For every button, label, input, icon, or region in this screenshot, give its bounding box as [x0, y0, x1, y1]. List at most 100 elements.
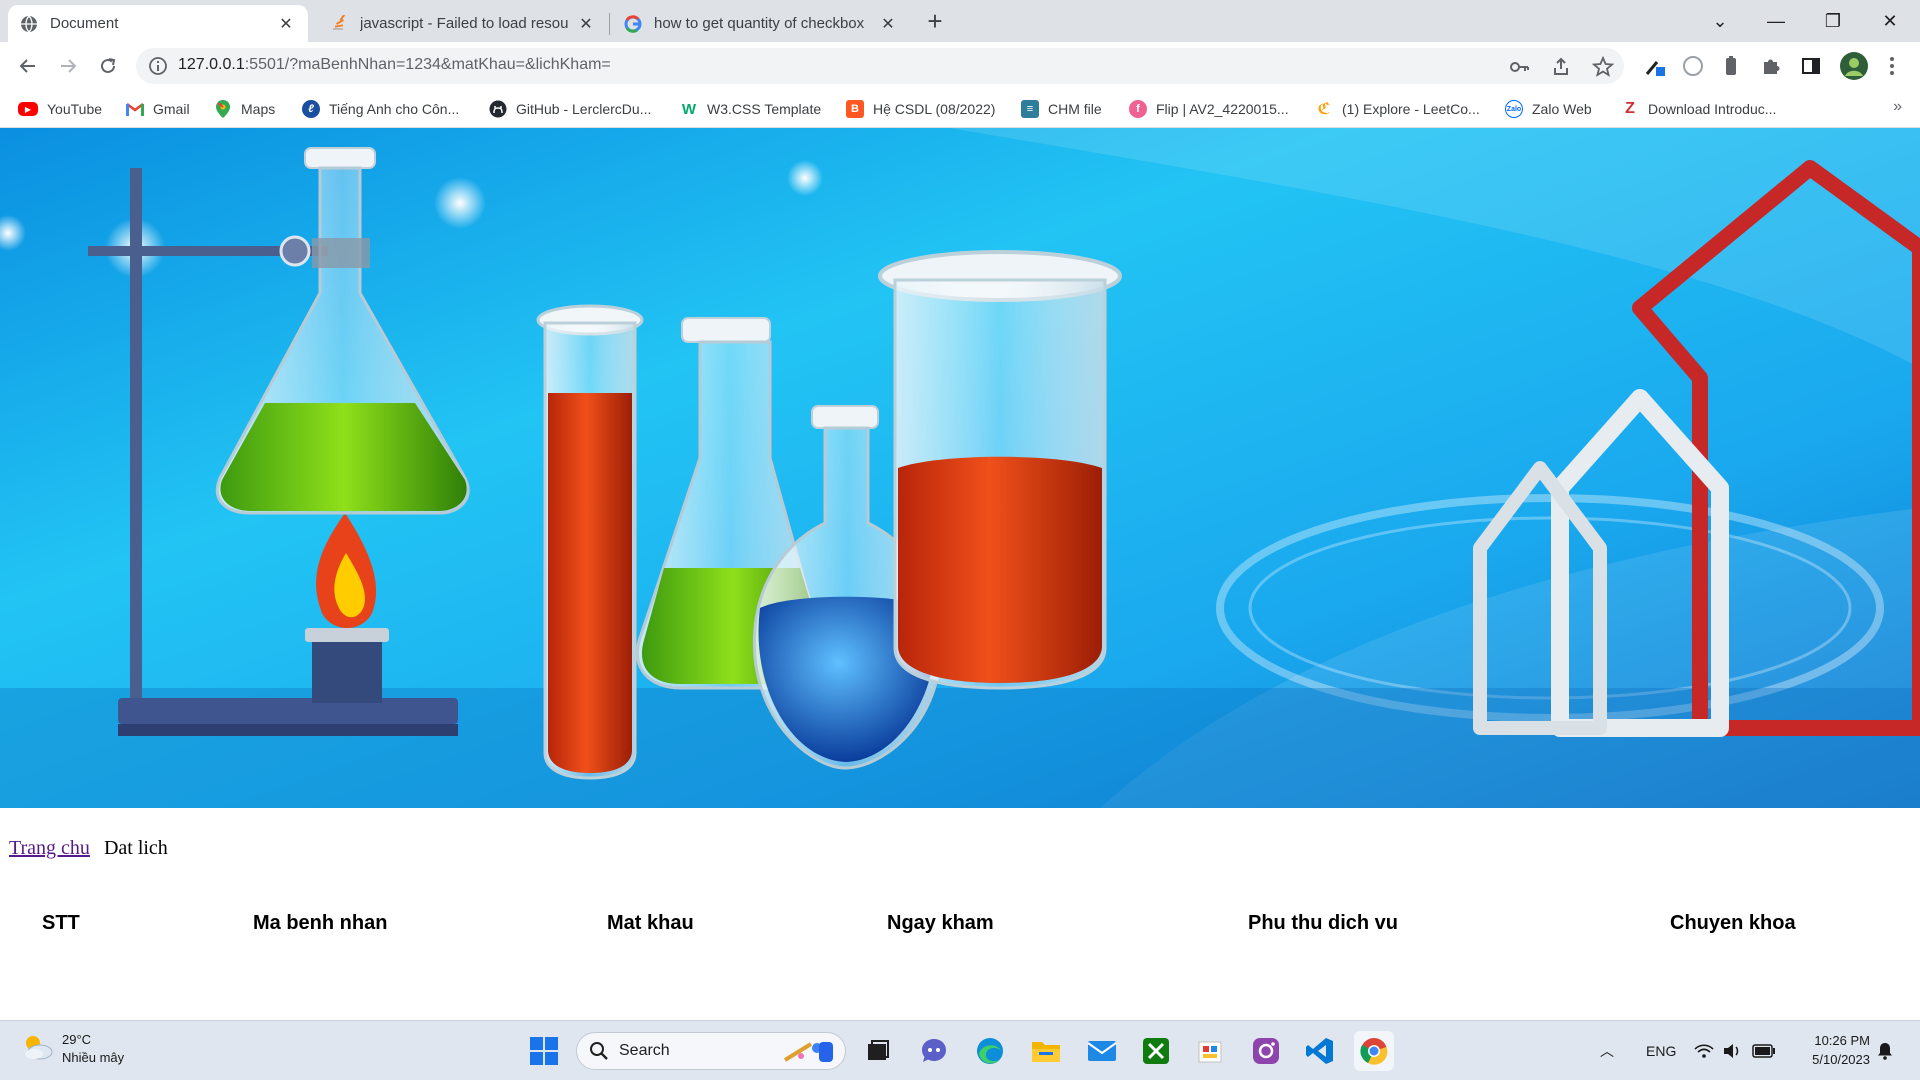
file-explorer-icon	[868, 1040, 889, 1060]
tab-document[interactable]: Document ✕	[8, 5, 308, 42]
battery-icon[interactable]	[1752, 1021, 1776, 1080]
start-button[interactable]	[524, 1031, 564, 1071]
close-icon[interactable]: ✕	[878, 14, 898, 34]
zalo-icon: Zalo	[1505, 100, 1523, 118]
tab-divider	[609, 13, 610, 35]
bookmark-download-introduc[interactable]: Z Download Introduc...	[1621, 98, 1776, 120]
bookmark-label: Download Introduc...	[1648, 101, 1777, 117]
windows-taskbar: 29°C Nhiều mây Search ︿ ENG 10:26 PM 5/1…	[0, 1020, 1920, 1080]
site-info-icon[interactable]	[148, 56, 168, 76]
search-label: Search	[619, 1042, 670, 1059]
browser-toolbar: 127.0.0.1:5501/?maBenhNhan=1234&matKhau=…	[0, 42, 1920, 90]
home-link[interactable]: Trang chu	[9, 837, 90, 859]
bookmark-label: Gmail	[153, 101, 190, 117]
bookmark-github[interactable]: GitHub - LerclercDu...	[489, 98, 651, 120]
bookmark-label: Hệ CSDL (08/2022)	[873, 101, 996, 117]
battery-extension-icon[interactable]	[1719, 54, 1743, 78]
vscode-button[interactable]	[1300, 1031, 1340, 1071]
header-chuyen-khoa: Chuyen khoa	[1670, 912, 1796, 934]
tab-how-to-get[interactable]: how to get quantity of checkbox ✕	[612, 5, 910, 42]
teams-chat-button[interactable]	[914, 1031, 954, 1071]
xbox-button[interactable]	[1136, 1031, 1176, 1071]
close-icon[interactable]: ✕	[576, 14, 596, 34]
bookmark-label: Maps	[241, 101, 276, 117]
reload-button[interactable]	[92, 50, 124, 82]
reload-icon	[101, 58, 116, 73]
mail-icon	[1087, 1041, 1117, 1061]
start-icon	[530, 1037, 558, 1065]
color-picker-extension-icon[interactable]	[1643, 54, 1667, 78]
bookmark-tieng-anh[interactable]: ℓ Tiếng Anh cho Côn...	[302, 98, 459, 120]
notification-bell-icon[interactable]	[1876, 1021, 1894, 1080]
wifi-icon[interactable]	[1694, 1021, 1714, 1080]
back-arrow-icon	[19, 59, 35, 73]
taskbar-search[interactable]: Search	[576, 1032, 846, 1070]
bookmarks-bar: ▶ YouTube Gmail Maps ℓ Tiếng Anh cho Côn…	[0, 90, 1920, 128]
clock-time: 10:26 PM	[1814, 1033, 1870, 1048]
bookmark-he-csdl[interactable]: B Hệ CSDL (08/2022)	[846, 98, 995, 120]
tab-title: Document	[50, 15, 119, 32]
bookmark-star-icon[interactable]	[1592, 56, 1614, 78]
snipping-tool-icon	[1198, 1041, 1222, 1063]
bookmark-label: YouTube	[47, 101, 103, 117]
minimize-button[interactable]: —	[1748, 0, 1804, 42]
bookmark-youtube[interactable]: ▶ YouTube	[18, 98, 102, 120]
restore-button[interactable]: ❐	[1805, 0, 1861, 42]
mail-button[interactable]	[1082, 1031, 1122, 1071]
flip-icon: f	[1129, 100, 1147, 118]
bookmark-zalo[interactable]: Zalo Zalo Web	[1505, 98, 1592, 120]
w3schools-icon: W	[681, 100, 697, 118]
page-nav: Trang chu Dat lich	[9, 837, 168, 860]
input-language[interactable]: ENG	[1646, 1021, 1676, 1080]
header-stt: STT	[42, 912, 80, 934]
bookmark-gmail[interactable]: Gmail	[126, 98, 190, 120]
bookmark-leetcode[interactable]: ℭ (1) Explore - LeetCo...	[1315, 98, 1479, 120]
lab-equipment-banner	[0, 128, 1920, 808]
search-highlight-icon	[781, 1036, 837, 1066]
bookmark-w3css[interactable]: W W3.CSS Template	[680, 98, 821, 120]
tab-search-chevron-icon[interactable]: ⌄	[1692, 0, 1748, 42]
xbox-icon	[1143, 1038, 1169, 1064]
header-mat-khau: Mat khau	[607, 912, 694, 934]
bookmark-chm-file[interactable]: ≡ CHM file	[1021, 98, 1102, 120]
profile-avatar[interactable]	[1839, 51, 1869, 81]
close-icon[interactable]: ✕	[276, 14, 296, 34]
browser-menu-icon[interactable]	[1880, 54, 1904, 78]
password-key-icon[interactable]	[1508, 56, 1530, 78]
blogger-icon: B	[846, 100, 864, 118]
edge-button[interactable]	[970, 1031, 1010, 1071]
tab-javascript[interactable]: javascript - Failed to load resourc ✕	[318, 5, 608, 42]
address-bar[interactable]: 127.0.0.1:5501/?maBenhNhan=1234&matKhau=…	[136, 48, 1624, 84]
new-tab-button[interactable]: +	[919, 8, 951, 36]
clock[interactable]: 10:26 PM 5/10/2023	[1790, 1031, 1870, 1069]
weather-widget[interactable]: 29°C Nhiều mây	[20, 1031, 124, 1067]
header-ma-benh-nhan: Ma benh nhan	[253, 912, 388, 934]
close-window-button[interactable]: ✕	[1862, 0, 1918, 42]
task-view-button[interactable]	[858, 1031, 898, 1071]
back-button[interactable]	[12, 50, 44, 82]
side-panel-icon[interactable]	[1799, 54, 1823, 78]
bookmark-label: Flip | AV2_4220015...	[1156, 101, 1289, 117]
snipping-tool-button[interactable]	[1190, 1031, 1230, 1071]
laboratory-illustration	[0, 128, 1920, 808]
instagram-app-icon	[1253, 1038, 1279, 1064]
share-icon[interactable]	[1550, 56, 1572, 78]
volume-icon[interactable]	[1722, 1021, 1742, 1080]
extensions-puzzle-icon[interactable]	[1759, 54, 1783, 78]
compass-extension-icon[interactable]	[1681, 54, 1705, 78]
forward-button[interactable]	[52, 50, 84, 82]
youtube-icon: ▶	[18, 102, 38, 116]
stackoverflow-icon	[330, 14, 348, 33]
show-hidden-icons-chevron-icon[interactable]: ︿	[1600, 1021, 1614, 1080]
more-bookmarks-chevron-icon[interactable]: »	[1893, 98, 1902, 116]
folder-icon	[1032, 1042, 1060, 1062]
gmail-icon	[126, 100, 144, 118]
chrome-button[interactable]	[1354, 1031, 1394, 1071]
bookmark-maps[interactable]: Maps	[214, 98, 275, 120]
bookmark-flip[interactable]: f Flip | AV2_4220015...	[1129, 98, 1289, 120]
edge-icon	[977, 1038, 1003, 1064]
url-text: 127.0.0.1:5501/?maBenhNhan=1234&matKhau=…	[178, 56, 611, 74]
instagram-app-button[interactable]	[1246, 1031, 1286, 1071]
url-host: 127.0.0.1	[178, 56, 245, 73]
folder-button[interactable]	[1026, 1031, 1066, 1071]
